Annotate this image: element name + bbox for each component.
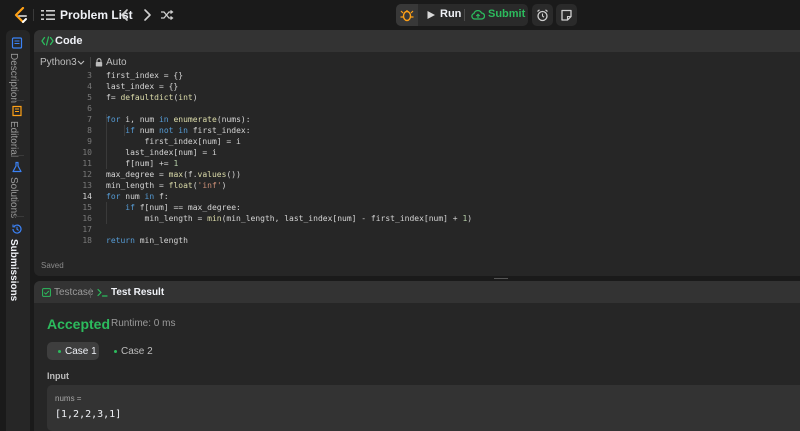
line-number: 14 <box>82 192 92 201</box>
terminal-icon <box>97 288 108 297</box>
line-number: 6 <box>87 104 92 113</box>
editorial-icon <box>12 105 22 117</box>
editor-toolbar: Python3 Auto <box>34 52 800 72</box>
code-line[interactable]: last_index[num] = i <box>106 147 217 158</box>
toolbar-divider <box>90 57 91 68</box>
line-number: 18 <box>82 236 92 245</box>
line-number: 5 <box>87 93 92 102</box>
cloud-upload-icon <box>471 9 485 20</box>
code-brackets-icon <box>41 36 54 46</box>
code-line[interactable]: first_index = {} <box>106 70 183 81</box>
code-line[interactable]: first_index[num] = i <box>106 136 241 147</box>
language-select[interactable]: Python3 <box>40 57 77 68</box>
tab-submissions-label: Submissions <box>8 239 19 302</box>
play-icon <box>427 11 435 19</box>
case-label: Case 2 <box>121 346 153 357</box>
tab-submissions[interactable]: Submissions <box>6 223 30 301</box>
lock-icon <box>95 58 103 67</box>
leetcode-logo-icon[interactable] <box>13 7 29 24</box>
result-panel: Testcase Test Result Accepted Runtime: 0… <box>34 281 800 431</box>
submit-button[interactable]: Submit <box>466 4 528 26</box>
code-line[interactable]: if f[num] == max_degree: <box>106 202 241 213</box>
input-heading: Input <box>47 371 69 381</box>
checkbox-icon <box>42 288 51 297</box>
header-divider <box>90 288 91 298</box>
pass-dot-icon <box>58 350 61 353</box>
input-value-box: nums = [1,2,2,3,1] <box>47 385 800 431</box>
chevron-right-icon[interactable] <box>141 8 153 22</box>
tab-divider <box>12 216 24 217</box>
run-button[interactable]: Run <box>419 4 464 26</box>
line-number: 16 <box>82 214 92 223</box>
variable-value: [1,2,2,3,1] <box>55 409 122 420</box>
runtime-text: Runtime: 0 ms <box>111 318 176 329</box>
debug-button[interactable] <box>396 4 418 26</box>
code-line[interactable]: max_degree = max(f.values()) <box>106 169 241 180</box>
run-submit-divider <box>464 9 465 21</box>
case-2-tab[interactable]: Case 2 <box>109 342 157 360</box>
run-submit-group: Run Submit <box>396 4 528 26</box>
tab-editorial-label: Editorial <box>8 121 19 158</box>
line-number: 7 <box>87 115 92 124</box>
pass-dot-icon <box>114 350 117 353</box>
line-number: 8 <box>87 126 92 135</box>
history-icon <box>12 224 22 234</box>
submit-label: Submit <box>488 8 526 20</box>
topbar-divider <box>33 9 34 21</box>
tab-description[interactable]: Description <box>6 37 30 107</box>
tab-description-label: Description <box>8 53 19 104</box>
code-panel-header: Code <box>34 30 800 52</box>
line-number: 17 <box>82 225 92 234</box>
tab-testcase[interactable]: Testcase <box>54 287 93 298</box>
code-line[interactable]: min_length = min(min_length, last_index[… <box>106 213 473 224</box>
line-number: 3 <box>87 71 92 80</box>
code-panel: Code Python3 Auto 3 first_index = {} 4 last… <box>34 30 800 276</box>
code-line[interactable]: min_length = float('inf') <box>106 180 226 191</box>
tab-divider <box>12 100 24 101</box>
tab-test-result[interactable]: Test Result <box>111 287 164 298</box>
list-icon[interactable] <box>41 9 55 21</box>
timer-button[interactable] <box>532 4 553 26</box>
resize-grip[interactable] <box>494 278 508 279</box>
case-1-tab[interactable]: Case 1 <box>47 342 99 360</box>
line-number: 4 <box>87 82 92 91</box>
chevron-left-icon[interactable] <box>119 8 131 22</box>
line-number: 11 <box>82 159 92 168</box>
code-panel-title: Code <box>55 35 83 47</box>
variable-name: nums = <box>55 394 82 403</box>
chevron-down-icon[interactable] <box>77 60 85 65</box>
code-line[interactable]: last_index = {} <box>106 81 178 92</box>
code-line[interactable]: return min_length <box>106 235 188 246</box>
shuffle-icon[interactable] <box>160 8 174 22</box>
line-number: 13 <box>82 181 92 190</box>
code-line[interactable]: f= defaultdict(int) <box>106 92 198 103</box>
tab-solutions[interactable]: Solutions <box>6 161 30 219</box>
tab-editorial[interactable]: Editorial <box>6 105 30 165</box>
code-line[interactable]: for i, num in enumerate(nums): <box>106 114 251 125</box>
auto-mode-label[interactable]: Auto <box>106 57 127 68</box>
case-label: Case 1 <box>65 346 97 357</box>
top-bar: Problem List Run Submit <box>0 0 800 30</box>
line-number: 12 <box>82 170 92 179</box>
tab-divider <box>12 155 24 156</box>
run-label: Run <box>440 8 462 20</box>
notes-button[interactable] <box>556 4 577 26</box>
result-status: Accepted <box>47 316 111 332</box>
line-number: 10 <box>82 148 92 157</box>
alarm-clock-icon <box>537 9 548 22</box>
side-tab-strip: Description Editorial Solutions Submissi… <box>6 30 30 431</box>
save-status: Saved <box>41 261 64 270</box>
debug-icon <box>400 10 414 22</box>
code-line[interactable]: if num not in first_index: <box>106 125 250 136</box>
result-panel-header: Testcase Test Result <box>34 281 800 303</box>
flask-icon <box>12 161 22 173</box>
line-number: 15 <box>82 203 92 212</box>
code-line[interactable]: f[num] += 1 <box>106 158 178 169</box>
code-line[interactable]: for num in f: <box>106 191 169 202</box>
tab-solutions-label: Solutions <box>8 177 19 219</box>
description-icon <box>11 37 23 49</box>
line-number: 9 <box>87 137 92 146</box>
note-icon <box>561 9 572 21</box>
code-editor[interactable]: 3 first_index = {} 4 last_index = {} 5 f= def… <box>34 70 800 255</box>
